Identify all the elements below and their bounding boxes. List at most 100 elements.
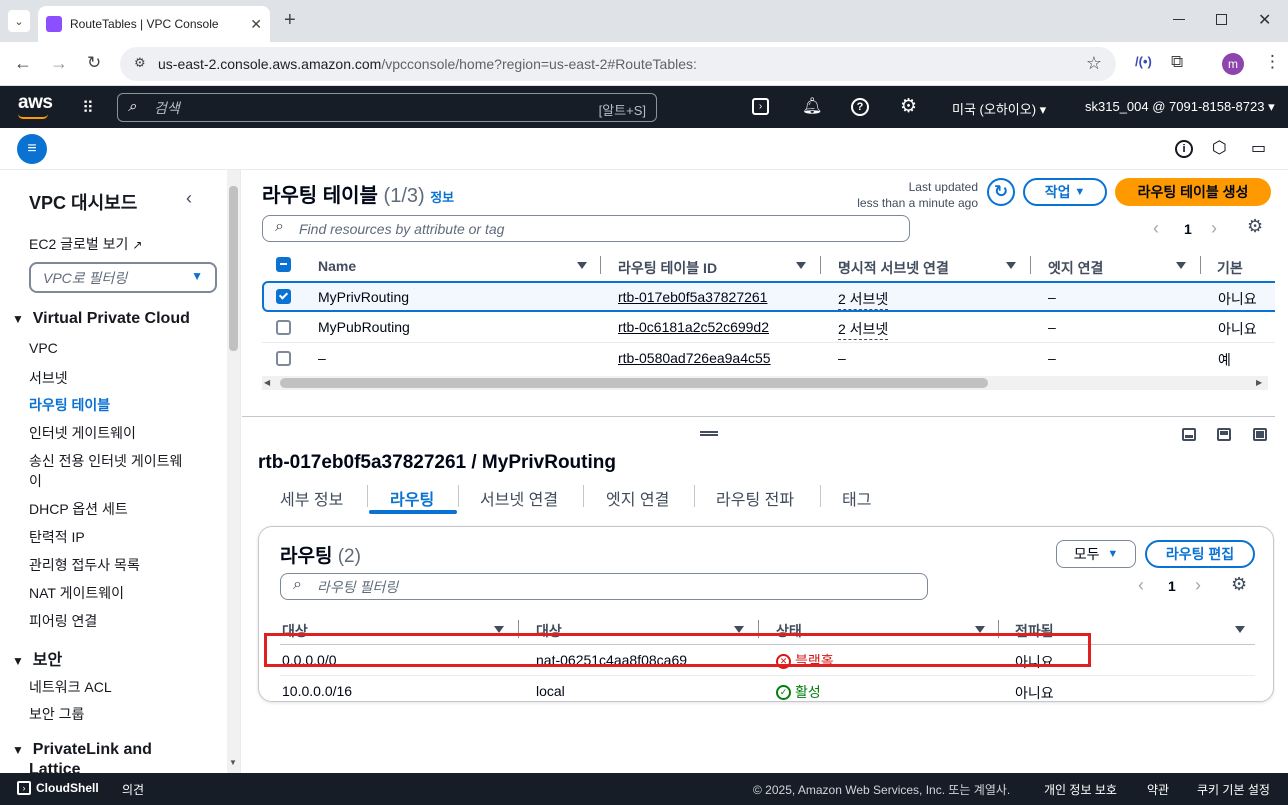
sidebar-item-prefix-lists[interactable]: 관리형 접두사 목록 xyxy=(29,555,140,575)
col-header-name[interactable]: Name xyxy=(318,258,356,274)
col-separator[interactable] xyxy=(820,256,821,274)
extensions-puzzle-icon[interactable]: ⧉ xyxy=(1171,52,1183,72)
new-tab-button[interactable]: + xyxy=(284,9,296,32)
browser-tab[interactable]: RouteTables | VPC Console ✕ xyxy=(38,6,270,42)
profile-avatar[interactable]: m xyxy=(1222,53,1244,75)
tab-details[interactable]: 세부 정보 xyxy=(280,486,343,510)
table-settings-icon[interactable]: ⚙ xyxy=(1247,216,1263,237)
cloudshell-icon[interactable]: › xyxy=(752,98,769,115)
reload-icon[interactable]: ↻ xyxy=(87,53,101,73)
resize-handle-icon[interactable] xyxy=(700,431,718,436)
tab-route-propagation[interactable]: 라우팅 전파 xyxy=(716,486,794,510)
tab-tags[interactable]: 태그 xyxy=(842,486,871,510)
main-scrollbar[interactable] xyxy=(1275,170,1288,773)
scroll-left-icon[interactable]: ◀ xyxy=(264,378,270,387)
sort-icon[interactable] xyxy=(1006,262,1016,269)
col-separator[interactable] xyxy=(1200,256,1201,274)
split-panel-divider[interactable] xyxy=(242,416,1288,417)
row-subnets[interactable]: 2 서브넷 xyxy=(838,319,889,340)
sort-icon[interactable] xyxy=(1235,626,1245,633)
panel-full-icon[interactable] xyxy=(1253,428,1267,441)
panel-bottom-icon[interactable] xyxy=(1182,428,1196,441)
sidebar-scrollbar-thumb[interactable] xyxy=(229,186,238,351)
edit-routes-button[interactable]: 라우팅 편집 xyxy=(1145,540,1255,568)
sidebar-item-dhcp[interactable]: DHCP 옵션 세트 xyxy=(29,499,128,519)
sidebar-scrollbar[interactable]: ▼ xyxy=(227,170,240,773)
feedback-link[interactable]: 의견 xyxy=(122,781,144,798)
feedback-screen-icon[interactable]: ▭ xyxy=(1251,138,1266,158)
maximize-icon[interactable] xyxy=(1216,14,1227,25)
account-menu[interactable]: sk315_004 @ 7091-8158-8723 ▾ xyxy=(1085,99,1275,115)
prev-page-icon[interactable]: ‹ xyxy=(1153,218,1159,239)
row-route-table-id-link[interactable]: rtb-0580ad726ea9a4c55 xyxy=(618,350,771,366)
row-checkbox[interactable] xyxy=(276,289,291,304)
actions-button[interactable]: 작업 ▼ xyxy=(1023,178,1107,206)
row-route-table-id-link[interactable]: rtb-017eb0f5a37827261 xyxy=(618,289,767,305)
sort-icon[interactable] xyxy=(494,626,504,633)
next-page-icon[interactable]: › xyxy=(1195,575,1201,596)
table-settings-icon[interactable]: ⚙ xyxy=(1231,574,1247,595)
row-route-table-id-link[interactable]: rtb-0c6181a2c52c699d2 xyxy=(618,319,769,335)
extension-icon[interactable]: /(•) xyxy=(1135,54,1152,69)
row-checkbox[interactable] xyxy=(276,351,291,366)
section-security-header[interactable]: ▼ 보안 xyxy=(12,646,62,670)
menu-hamburger-icon[interactable]: ≡ xyxy=(17,134,47,164)
table-row[interactable]: – rtb-0580ad726ea9a4c55 – – 예 xyxy=(262,343,1288,374)
panel-side-icon[interactable] xyxy=(1217,428,1231,441)
section-privatelink-header[interactable]: ▼ PrivateLink and Lattice xyxy=(12,740,152,773)
tab-edge-associations[interactable]: 엣지 연결 xyxy=(606,486,669,510)
vpc-filter-select[interactable]: VPC로 필터링 ▼ xyxy=(29,262,217,293)
col-header-main[interactable]: 기본 xyxy=(1217,258,1243,278)
tab-routes[interactable]: 라우팅 xyxy=(390,486,434,510)
table-horizontal-scrollbar[interactable]: ◀ ▶ xyxy=(262,376,1268,390)
ec2-global-view-link[interactable]: EC2 글로벌 보기 ↗ xyxy=(29,234,142,254)
col-separator[interactable] xyxy=(600,256,601,274)
back-icon[interactable]: ← xyxy=(14,53,32,74)
sidebar-item-elastic-ip[interactable]: 탄력적 IP xyxy=(29,527,85,547)
route-row[interactable]: 10.0.0.0/16 local ✓ 활성 아니요 xyxy=(280,676,1255,707)
info-icon[interactable]: i xyxy=(1175,140,1193,158)
sort-icon[interactable] xyxy=(796,262,806,269)
aws-search-input[interactable]: ⌕ 검색 [알트+S] xyxy=(117,93,657,122)
sidebar-item-vpc[interactable]: VPC xyxy=(29,340,58,356)
col-header-route-table-id[interactable]: 라우팅 테이블 ID xyxy=(618,258,717,278)
col-header-edge[interactable]: 엣지 연결 xyxy=(1048,258,1103,278)
terms-link[interactable]: 약관 xyxy=(1147,781,1169,798)
filter-all-button[interactable]: 모두 ▼ xyxy=(1056,540,1136,568)
routes-filter-input[interactable]: ⌕ 라우팅 필터링 xyxy=(280,573,928,600)
page-number[interactable]: 1 xyxy=(1168,578,1176,594)
notifications-bell-icon[interactable]: 🔔︎ xyxy=(802,96,822,116)
sidebar-item-nat-gateways[interactable]: NAT 게이트웨이 xyxy=(29,583,124,603)
browser-menu-icon[interactable]: ⋮ xyxy=(1264,52,1281,72)
bookmark-star-icon[interactable]: ☆ xyxy=(1086,53,1102,74)
forward-icon[interactable]: → xyxy=(50,53,68,74)
select-all-checkbox[interactable] xyxy=(276,257,291,272)
close-tab-icon[interactable]: ✕ xyxy=(250,16,262,33)
table-row[interactable]: MyPrivRouting rtb-017eb0f5a37827261 2 서브… xyxy=(262,281,1288,312)
sort-icon[interactable] xyxy=(1176,262,1186,269)
cookie-preferences-link[interactable]: 쿠키 기본 설정 xyxy=(1197,781,1270,798)
row-subnets[interactable]: 2 서브넷 xyxy=(838,289,889,310)
sidebar-item-security-groups[interactable]: 보안 그룹 xyxy=(29,704,84,724)
sidebar-title[interactable]: VPC 대시보드 xyxy=(29,189,137,215)
privacy-link[interactable]: 개인 정보 보호 xyxy=(1044,781,1117,798)
cloudshell-button[interactable]: › CloudShell xyxy=(17,781,99,795)
create-route-table-button[interactable]: 라우팅 테이블 생성 xyxy=(1115,178,1271,206)
shield-notification-icon[interactable]: ⬡ xyxy=(1212,138,1227,158)
aws-logo[interactable]: aws xyxy=(18,92,53,114)
services-grid-icon[interactable]: ⠿ xyxy=(82,98,94,118)
table-scrollbar-thumb[interactable] xyxy=(280,378,988,388)
scroll-right-icon[interactable]: ▶ xyxy=(1256,378,1262,387)
sidebar-item-network-acl[interactable]: 네트워크 ACL xyxy=(29,677,112,697)
settings-gear-icon[interactable]: ⚙ xyxy=(900,95,917,118)
tab-subnet-associations[interactable]: 서브넷 연결 xyxy=(480,486,558,510)
next-page-icon[interactable]: › xyxy=(1211,218,1217,239)
close-window-icon[interactable]: ✕ xyxy=(1258,10,1271,30)
refresh-button[interactable]: ↻ xyxy=(987,178,1015,206)
sidebar-item-peering[interactable]: 피어링 연결 xyxy=(29,611,97,631)
sort-icon[interactable] xyxy=(577,262,587,269)
site-info-icon[interactable]: ⚙ xyxy=(134,55,146,71)
prev-page-icon[interactable]: ‹ xyxy=(1138,575,1144,596)
table-row[interactable]: MyPubRouting rtb-0c6181a2c52c699d2 2 서브넷… xyxy=(262,312,1288,343)
tab-search-icon[interactable]: ⌄ xyxy=(8,10,30,32)
